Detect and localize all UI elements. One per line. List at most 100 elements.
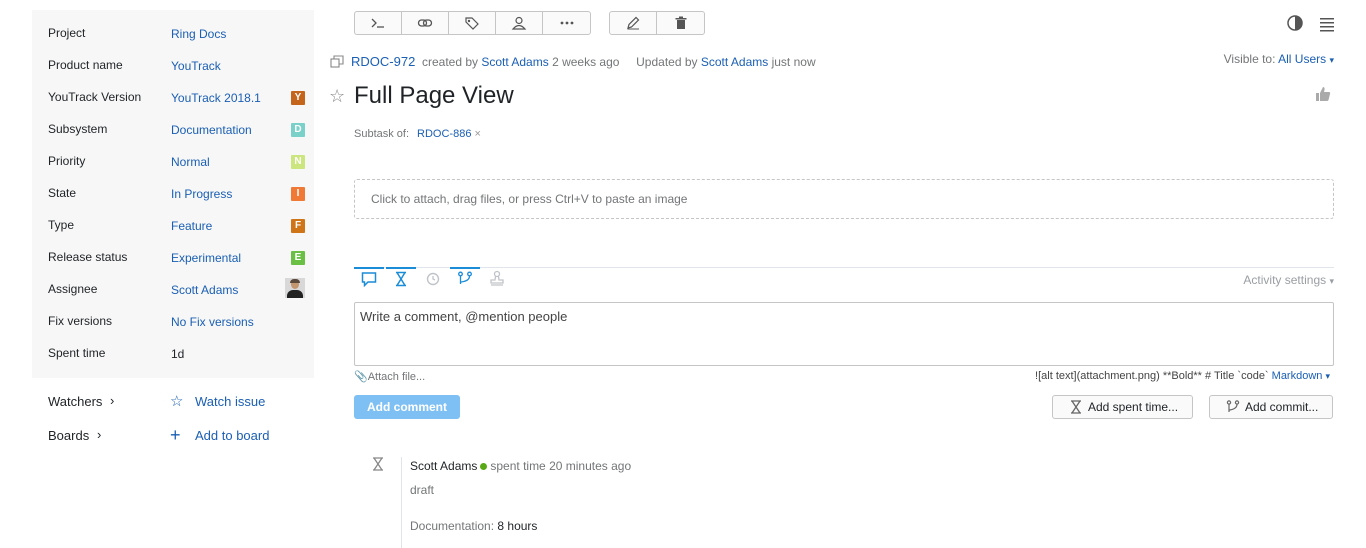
console-icon[interactable] <box>355 12 402 34</box>
watch-issue-link[interactable]: Watch issue <box>195 394 265 409</box>
tab-vcs-changes[interactable] <box>450 267 480 289</box>
value-badge: D <box>291 123 305 137</box>
field-fix-versions[interactable]: Fix versions No Fix versions <box>32 306 314 338</box>
markdown-selector[interactable]: Markdown <box>1272 370 1323 382</box>
work-duration: 8 hours <box>497 519 538 533</box>
field-youtrack-version[interactable]: YouTrack Version YouTrack 2018.1 Y <box>32 82 314 114</box>
subtask-label: Subtask of: <box>354 128 410 140</box>
caret-down-icon[interactable]: ▾ <box>1325 371 1330 381</box>
field-spent-time[interactable]: Spent time 1d <box>32 338 314 370</box>
field-subsystem[interactable]: Subsystem Documentation D <box>32 114 314 146</box>
attach-file-label: Attach file... <box>367 371 426 383</box>
updated-prefix: Updated by <box>636 55 698 69</box>
link-icon[interactable] <box>402 12 449 34</box>
remove-link-icon[interactable]: × <box>474 128 480 140</box>
copy-id-icon[interactable] <box>330 55 344 68</box>
field-value[interactable]: No Fix versions <box>171 315 254 329</box>
watchers-toggle[interactable]: Watchers <box>48 394 102 409</box>
add-commit-button[interactable]: Add commit... <box>1209 395 1334 419</box>
field-value[interactable]: Normal <box>171 155 210 169</box>
field-value[interactable]: Ring Docs <box>171 27 226 41</box>
field-value[interactable]: YouTrack <box>171 59 221 73</box>
add-spent-time-label: Add spent time... <box>1088 400 1179 414</box>
field-value[interactable]: Documentation <box>171 123 252 137</box>
updater-link[interactable]: Scott Adams <box>701 55 768 69</box>
field-label: Priority <box>48 154 86 168</box>
plus-icon[interactable]: + <box>170 425 181 446</box>
field-label: Project <box>48 26 86 40</box>
activity-settings[interactable]: Activity settings ▾ <box>1243 273 1334 287</box>
field-project[interactable]: Project Ring Docs <box>32 18 314 50</box>
tab-spent-time[interactable] <box>386 267 416 289</box>
visibility-selector[interactable]: Visible to: All Users ▾ <box>1224 52 1334 66</box>
field-value[interactable]: Feature <box>171 219 212 233</box>
field-value[interactable]: Experimental <box>171 251 241 265</box>
boards-toggle[interactable]: Boards <box>48 428 89 443</box>
edit-toolbar <box>609 11 705 35</box>
field-release-status[interactable]: Release status Experimental E <box>32 242 314 274</box>
field-state[interactable]: State In Progress I <box>32 178 314 210</box>
chevron-right-icon[interactable]: › <box>97 427 101 442</box>
field-label: Type <box>48 218 75 232</box>
field-assignee[interactable]: Assignee Scott Adams <box>32 274 314 306</box>
activity-item-work: Documentation: 8 hours <box>410 519 537 533</box>
value-badge: E <box>291 251 305 265</box>
value-badge: Y <box>291 91 305 105</box>
activity-author[interactable]: Scott Adams <box>410 459 477 473</box>
more-icon[interactable] <box>543 12 590 34</box>
field-product-name[interactable]: Product name YouTrack <box>32 50 314 82</box>
user-icon[interactable] <box>496 12 543 34</box>
branch-icon <box>458 271 472 284</box>
thumbs-up-icon[interactable] <box>1315 86 1331 102</box>
menu-icon[interactable] <box>1318 14 1336 32</box>
attach-file-link[interactable]: 📎Attach file... <box>354 370 425 383</box>
field-label: Assignee <box>48 282 98 296</box>
star-icon[interactable]: ☆ <box>329 86 345 107</box>
pencil-icon[interactable] <box>610 12 657 34</box>
add-spent-time-button[interactable]: Add spent time... <box>1052 395 1194 419</box>
created-by-prefix: created by <box>421 55 479 69</box>
visible-to-value[interactable]: All Users <box>1278 52 1326 66</box>
visible-to-label: Visible to: <box>1223 52 1276 66</box>
comment-input[interactable]: Write a comment, @mention people <box>354 302 1334 366</box>
parent-issue-link[interactable]: RDOC-886 <box>417 128 471 140</box>
field-type[interactable]: Type Feature F <box>32 210 314 242</box>
comment-icon <box>361 272 377 287</box>
add-to-board-link[interactable]: Add to board <box>195 428 269 443</box>
field-value[interactable]: 1d <box>171 347 184 361</box>
issue-toolbar <box>354 11 591 35</box>
star-icon[interactable]: ☆ <box>170 392 183 410</box>
tab-comments[interactable] <box>354 267 384 289</box>
add-comment-button[interactable]: Add comment <box>354 395 460 419</box>
activity-item-header: Scott Adams spent time 20 minutes ago <box>410 459 631 473</box>
comment-placeholder: Write a comment, @mention people <box>360 309 568 324</box>
field-label: Fix versions <box>48 314 113 328</box>
paperclip-icon: 📎 <box>354 371 368 383</box>
issue-id[interactable]: RDOC-972 <box>351 54 415 69</box>
activity-settings-label: Activity settings <box>1243 273 1327 287</box>
field-value[interactable]: YouTrack 2018.1 <box>171 91 261 105</box>
value-badge: N <box>291 155 305 169</box>
tab-history[interactable] <box>418 267 448 289</box>
activity-item-body: draft <box>410 483 435 497</box>
issue-fields-panel: Project Ring Docs Product name YouTrack … <box>32 10 314 378</box>
markdown-syntax-hint: ![alt text](attachment.png) **Bold** # T… <box>1035 370 1269 382</box>
tab-workflow[interactable] <box>482 267 512 289</box>
hourglass-icon <box>396 271 406 287</box>
subtask-of: Subtask of: RDOC-886 × <box>354 128 481 140</box>
field-value[interactable]: Scott Adams <box>171 283 238 297</box>
field-value[interactable]: In Progress <box>171 187 232 201</box>
tag-icon[interactable] <box>449 12 496 34</box>
chevron-right-icon[interactable]: › <box>110 393 114 408</box>
field-label: YouTrack Version <box>48 90 142 104</box>
creator-link[interactable]: Scott Adams <box>481 55 548 69</box>
field-priority[interactable]: Priority Normal N <box>32 146 314 178</box>
activity-item-bar <box>401 457 402 548</box>
trash-icon[interactable] <box>657 12 704 34</box>
issue-meta: RDOC-972 created by Scott Adams 2 weeks … <box>330 54 816 69</box>
attachment-dropzone[interactable]: Click to attach, drag files, or press Ct… <box>354 179 1334 219</box>
theme-toggle-icon[interactable] <box>1286 14 1304 32</box>
caret-down-icon[interactable]: ▾ <box>1329 55 1334 65</box>
value-badge: I <box>291 187 305 201</box>
created-ago: 2 weeks ago <box>552 55 620 69</box>
